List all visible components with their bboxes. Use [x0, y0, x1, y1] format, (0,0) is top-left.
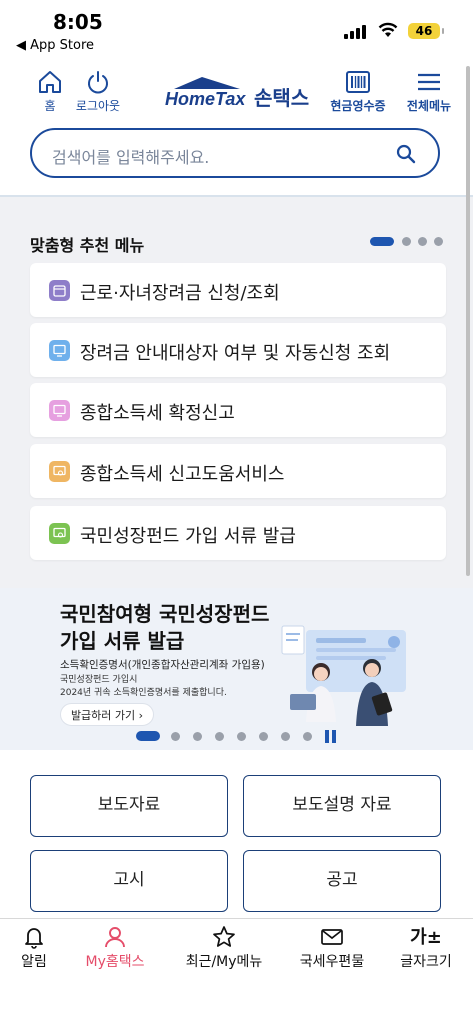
cash-receipt-label: 현금영수증 [330, 99, 386, 113]
home-button[interactable]: 홈 [36, 70, 64, 114]
recommend-item-label: 종합소득세 확정신고 [80, 403, 235, 424]
back-to-app-store[interactable]: ◀ App Store [16, 38, 94, 53]
wifi-icon [378, 22, 398, 37]
banner-illustration [281, 625, 406, 726]
announcement-button[interactable]: 공고 [243, 850, 441, 912]
search-input[interactable]: 검색어를 입력해주세요. [30, 128, 440, 178]
tab-label: 알림 [21, 954, 47, 970]
search-placeholder: 검색어를 입력해주세요. [52, 148, 210, 167]
press-explanation-button[interactable]: 보도설명 자료 [243, 775, 441, 837]
tab-label: 글자크기 [400, 954, 452, 970]
signal-icon [344, 25, 370, 39]
recommend-item[interactable]: 종합소득세 확정신고 [30, 383, 446, 437]
full-menu-button[interactable]: 전체메뉴 [402, 70, 456, 114]
pager-dot[interactable] [402, 237, 411, 246]
cash-receipt-button[interactable]: 현금영수증 [328, 70, 388, 114]
recommend-title: 맞춤형 추천 메뉴 [30, 236, 145, 255]
tab-label: My홈택스 [85, 954, 145, 970]
pager-dot[interactable] [303, 732, 312, 741]
logout-button[interactable]: 로그아웃 [70, 70, 126, 114]
recommend-item-label: 종합소득세 신고도움서비스 [80, 464, 285, 485]
pager-dot[interactable] [259, 732, 268, 741]
search-icon[interactable] [396, 144, 416, 164]
monitor-search-icon [49, 461, 70, 482]
barcode-icon [346, 71, 370, 93]
home-label: 홈 [44, 99, 56, 113]
full-menu-label: 전체메뉴 [406, 99, 452, 113]
home-icon [39, 71, 61, 93]
text-size-icon: 가± [410, 927, 442, 948]
pager-dot[interactable] [281, 732, 290, 741]
bell-icon [25, 928, 43, 949]
pager-dot-active[interactable] [370, 237, 394, 246]
banner-title-line2: 가입 서류 발급 [60, 629, 185, 653]
scrollbar[interactable] [466, 66, 470, 576]
recommend-item[interactable]: 근로·자녀장려금 신청/조회 [30, 263, 446, 317]
mail-icon [321, 929, 343, 945]
logo-text-ko: 손택스 [254, 86, 310, 110]
power-icon [88, 71, 108, 94]
monitor-icon [49, 400, 70, 421]
press-release-button[interactable]: 보도자료 [30, 775, 228, 837]
tab-label: 국세우편물 [299, 954, 365, 970]
banner-go-button[interactable]: 발급하러 가기 › [60, 703, 154, 726]
recommend-item[interactable]: 종합소득세 신고도움서비스 [30, 444, 446, 498]
house-roof-icon [174, 77, 240, 89]
pager-dot[interactable] [215, 732, 224, 741]
pause-icon[interactable] [325, 730, 337, 744]
status-bar: 8:05 ◀ App Store 46 [0, 0, 473, 60]
logout-label: 로그아웃 [75, 99, 121, 113]
tab-my-hometax[interactable]: My홈택스 [78, 925, 152, 971]
recommend-item[interactable]: 국민성장펀드 가입 서류 발급 [30, 506, 446, 560]
tab-recent-my-menu[interactable]: 최근/My메뉴 [178, 925, 270, 971]
tab-tax-mail[interactable]: 국세우편물 [292, 925, 372, 971]
tab-label: 최근/My메뉴 [185, 954, 263, 970]
hometax-logo[interactable]: HomeTax 손택스 [160, 76, 320, 112]
recommend-item-label: 장려금 안내대상자 여부 및 자동신청 조회 [80, 343, 391, 364]
pager-dot[interactable] [171, 732, 180, 741]
pager-dot[interactable] [237, 732, 246, 741]
status-time: 8:05 [53, 10, 103, 34]
pager-dot[interactable] [434, 237, 443, 246]
tab-notifications[interactable]: 알림 [14, 925, 54, 971]
tab-text-size[interactable]: 가± 글자크기 [394, 925, 458, 971]
battery-icon: 46 [408, 23, 444, 39]
pager-dot-active[interactable] [136, 731, 160, 741]
banner-sub3: 2024년 귀속 소득확인증명서를 제출합니다. [60, 688, 227, 698]
pager-dot[interactable] [193, 732, 202, 741]
pager-dot[interactable] [418, 237, 427, 246]
calendar-icon [49, 280, 70, 301]
monitor-icon [49, 340, 70, 361]
person-icon [105, 927, 125, 948]
banner-title-line1: 국민참여형 국민성장펀드 [60, 602, 270, 626]
recommend-item-label: 근로·자녀장려금 신청/조회 [80, 283, 280, 304]
banner-sub2: 국민성장펀드 가입시 [60, 675, 138, 685]
recommend-item-label: 국민성장펀드 가입 서류 발급 [80, 526, 296, 547]
banner-sub1: 소득확인증명서(개인종합자산관리계좌 가입용) [60, 659, 265, 671]
monitor-search-icon [49, 523, 70, 544]
notice-gosi-button[interactable]: 고시 [30, 850, 228, 912]
star-icon [213, 926, 235, 947]
hamburger-icon [418, 73, 440, 91]
logo-text-en: HomeTax [165, 89, 246, 109]
recommend-item[interactable]: 장려금 안내대상자 여부 및 자동신청 조회 [30, 323, 446, 377]
